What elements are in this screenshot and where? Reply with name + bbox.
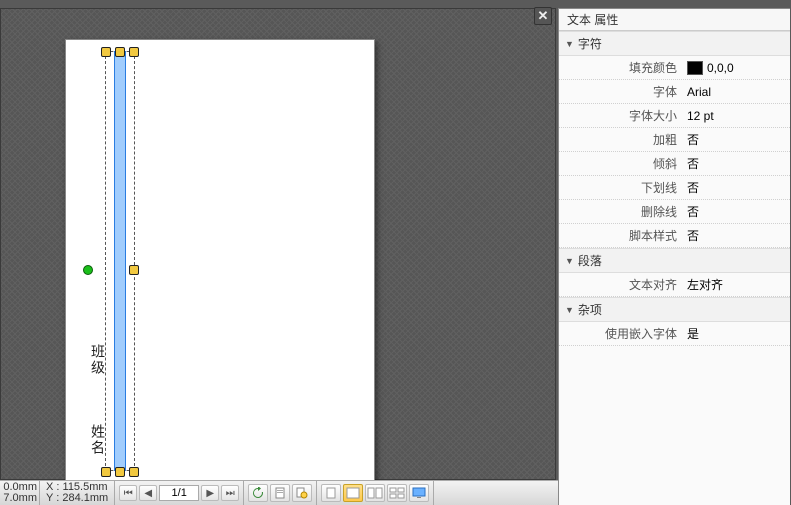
prop-font-size[interactable]: 字体大小 12 pt [559, 104, 790, 128]
prop-value: 是 [683, 325, 790, 342]
prop-label: 下划线 [559, 179, 683, 196]
prop-label: 字体大小 [559, 107, 683, 124]
screen-icon[interactable] [409, 484, 429, 502]
page-settings-icon[interactable] [292, 484, 312, 502]
single-page-wide-icon[interactable] [343, 484, 363, 502]
prop-text-align[interactable]: 文本对齐 左对齐 [559, 273, 790, 297]
view-layout-tools [317, 481, 434, 505]
color-swatch[interactable] [687, 61, 703, 75]
page-number-input[interactable] [159, 485, 199, 501]
prop-value: 否 [683, 203, 790, 220]
prop-label: 倾斜 [559, 155, 683, 172]
panel-title: 文本 属性 [559, 9, 790, 31]
prop-value: 否 [683, 131, 790, 148]
prop-label: 加粗 [559, 131, 683, 148]
prop-italic[interactable]: 倾斜 否 [559, 152, 790, 176]
y-label: Y : [46, 492, 59, 504]
canvas-area[interactable]: ✕ 姓名 班级 [0, 8, 556, 480]
single-page-icon[interactable] [321, 484, 341, 502]
prop-label: 字体 [559, 83, 683, 100]
document-icon[interactable] [270, 484, 290, 502]
section-label: 段落 [578, 252, 602, 269]
chevron-down-icon: ▼ [565, 39, 574, 49]
prop-fill-color[interactable]: 填充颜色 0,0,0 [559, 56, 790, 80]
selection-outline [105, 51, 135, 471]
section-label: 杂项 [578, 301, 602, 318]
prop-value: 左对齐 [683, 276, 790, 293]
prop-value: 否 [683, 155, 790, 172]
text-content-2: 班级 [86, 344, 106, 376]
prop-label: 删除线 [559, 203, 683, 220]
first-page-button[interactable]: ⏮ [119, 485, 137, 501]
prop-strike[interactable]: 删除线 否 [559, 200, 790, 224]
prop-label: 填充颜色 [559, 59, 683, 76]
refresh-icon[interactable] [248, 484, 268, 502]
two-page-icon[interactable] [365, 484, 385, 502]
resize-handle-mr[interactable] [129, 265, 139, 275]
rotate-handle[interactable] [83, 265, 93, 275]
prop-script[interactable]: 脚本样式 否 [559, 224, 790, 248]
prop-value: 0,0,0 [707, 61, 734, 75]
resize-handle-tr[interactable] [129, 47, 139, 57]
four-page-icon[interactable] [387, 484, 407, 502]
prop-value: 12 pt [683, 109, 790, 123]
page-navigation: ⏮ ◀ ▶ ⏭ [115, 481, 244, 505]
last-page-button[interactable]: ⏭ [221, 485, 239, 501]
resize-handle-tm[interactable] [115, 47, 125, 57]
prop-underline[interactable]: 下划线 否 [559, 176, 790, 200]
text-content-1: 姓名 [86, 424, 106, 456]
prop-value: 否 [683, 179, 790, 196]
chevron-down-icon: ▼ [565, 305, 574, 315]
y-value: 284.1mm [62, 492, 108, 504]
ruler-b: 7.0mm [3, 493, 37, 504]
status-bar: 0.0mm 7.0mm X : 115.5mm Y : 284.1mm ⏮ ◀ … [0, 480, 558, 505]
resize-handle-bm[interactable] [115, 467, 125, 477]
ruler-readout: 0.0mm 7.0mm [0, 481, 40, 505]
prop-label: 脚本样式 [559, 227, 683, 244]
section-header-misc[interactable]: ▼ 杂项 [559, 297, 790, 322]
prop-label: 文本对齐 [559, 276, 683, 293]
section-header-char[interactable]: ▼ 字符 [559, 31, 790, 56]
resize-handle-br[interactable] [129, 467, 139, 477]
prop-bold[interactable]: 加粗 否 [559, 128, 790, 152]
next-page-button[interactable]: ▶ [201, 485, 219, 501]
prop-value: Arial [683, 85, 790, 99]
page-tools [244, 481, 317, 505]
close-icon[interactable]: ✕ [534, 7, 552, 25]
cursor-coordinates: X : 115.5mm Y : 284.1mm [40, 481, 115, 505]
prop-embed-font[interactable]: 使用嵌入字体 是 [559, 322, 790, 346]
resize-handle-bl[interactable] [101, 467, 111, 477]
chevron-down-icon: ▼ [565, 256, 574, 266]
prev-page-button[interactable]: ◀ [139, 485, 157, 501]
prop-value: 否 [683, 227, 790, 244]
properties-panel: 文本 属性 ▼ 字符 填充颜色 0,0,0 字体 Arial 字体大小 12 p… [558, 8, 790, 505]
section-header-para[interactable]: ▼ 段落 [559, 248, 790, 273]
prop-label: 使用嵌入字体 [559, 325, 683, 342]
section-label: 字符 [578, 35, 602, 52]
prop-font[interactable]: 字体 Arial [559, 80, 790, 104]
resize-handle-tl[interactable] [101, 47, 111, 57]
